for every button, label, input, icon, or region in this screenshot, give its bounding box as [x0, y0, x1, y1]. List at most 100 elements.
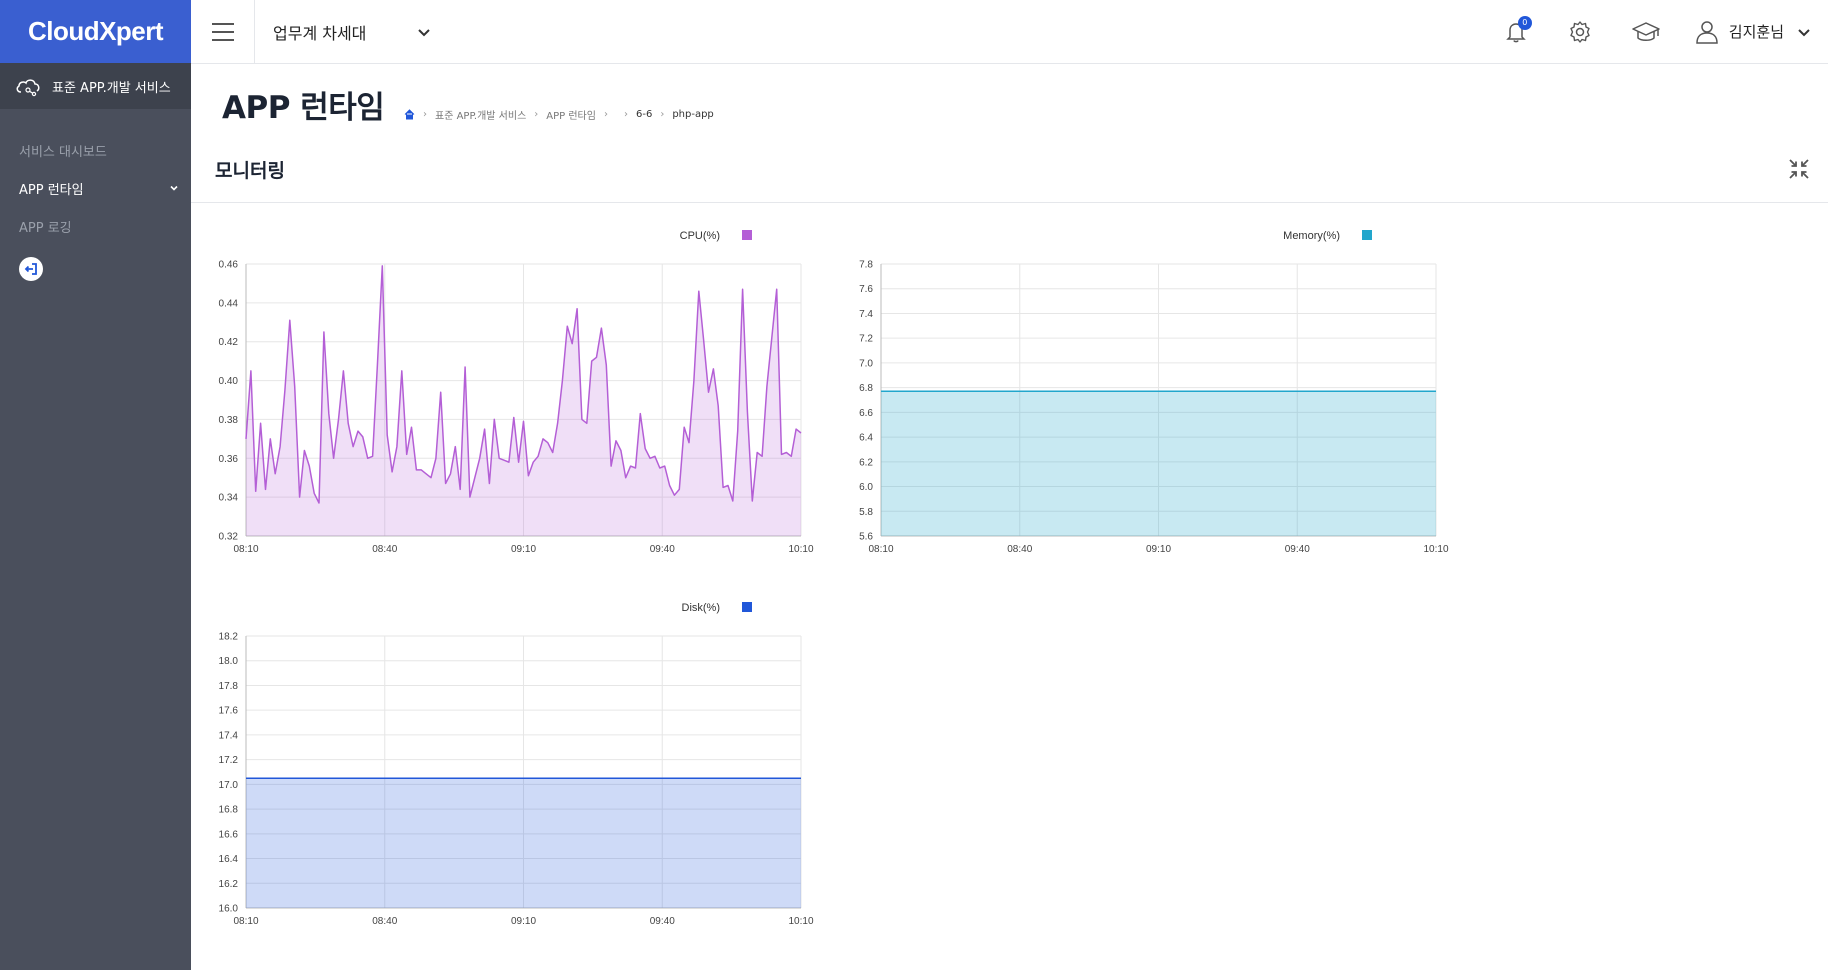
memory-chart: Memory(%) 7.8 7.6 7.4 7.2 7.0 6.8 6.6 6.4 6.2 6.0 5…: [835, 220, 1455, 579]
breadcrumb-separator: ›: [623, 109, 628, 120]
chevron-down-icon: [1798, 28, 1810, 36]
x-tick-label: 09:10: [511, 544, 536, 555]
sidebar-item-app-runtime[interactable]: APP 런타임: [0, 169, 191, 207]
y-tick-label: 0.44: [219, 298, 239, 309]
gear-icon: [1570, 20, 1590, 43]
legend-label: Memory(%): [1283, 230, 1340, 242]
x-tick-label: 09:40: [650, 544, 675, 555]
service-selector[interactable]: 표준 APP.개발 서비스: [0, 63, 191, 109]
x-tick-label: 08:40: [1007, 544, 1032, 555]
logout-button[interactable]: [19, 257, 43, 281]
service-label: 표준 APP.개발 서비스: [52, 80, 171, 96]
menu-toggle-button[interactable]: [191, 0, 255, 63]
page-title: APP 런타임: [222, 90, 385, 126]
y-tick-label: 16.8: [219, 805, 239, 816]
section-title: 모니터링: [215, 160, 285, 182]
y-tick-label: 0.46: [219, 260, 239, 271]
y-tick-label: 7.8: [859, 260, 873, 271]
legend-label: Disk(%): [682, 602, 721, 614]
y-tick-label: 18.2: [219, 632, 239, 643]
x-tick-label: 09:10: [1146, 544, 1171, 555]
x-tick-label: 08:10: [233, 916, 258, 927]
legend-swatch: [1362, 230, 1372, 240]
education-button[interactable]: [1631, 19, 1660, 45]
workspace-label: 업무계 차세대: [273, 23, 367, 43]
sidebar-nav: 서비스 대시보드 APP 런타임 APP 로깅: [0, 109, 191, 281]
y-tick-label: 0.40: [219, 376, 239, 387]
chevron-down-icon: [170, 185, 178, 191]
user-name: 김지훈님: [1728, 23, 1784, 41]
user-menu[interactable]: 김지훈님: [1695, 19, 1812, 45]
y-tick-label: 6.6: [859, 408, 873, 419]
cpu-chart: CPU(%) 0.46 0.44 0.42 0.40 0.38 0.36 0.34 0.32 08…: [200, 220, 820, 579]
sidebar-item-service-dashboard[interactable]: 서비스 대시보드: [0, 131, 191, 169]
home-icon[interactable]: [404, 109, 415, 120]
chart-svg: CPU(%)0.460.440.420.400.380.360.340.3208…: [219, 230, 814, 555]
breadcrumb-item[interactable]: APP 런타임: [546, 107, 596, 122]
x-tick-label: 08:40: [372, 916, 397, 927]
y-tick-label: 16.0: [219, 904, 239, 915]
y-tick-label: 0.38: [219, 415, 239, 426]
sidebar-item-label: APP 런타임: [19, 182, 84, 198]
x-tick-label: 10:10: [788, 544, 813, 555]
y-tick-label: 0.32: [219, 532, 239, 543]
y-tick-label: 6.4: [859, 433, 873, 444]
y-tick-label: 6.2: [859, 457, 873, 468]
chart-svg: Disk(%) 18.2 18.0 17.8 17.6 17.4 17.2 17.0 16.8 1…: [219, 602, 814, 927]
y-tick-label: 6.8: [859, 383, 873, 394]
logo: CloudXpert: [27, 16, 164, 46]
y-tick-label: 5.6: [859, 532, 873, 543]
breadcrumb-item[interactable]: 표준 APP.개발 서비스: [435, 107, 526, 122]
settings-button[interactable]: [1567, 19, 1593, 45]
y-tick-label: 0.36: [219, 454, 239, 465]
breadcrumb-item[interactable]: 6-6: [636, 109, 652, 120]
y-tick-label: 17.8: [219, 681, 239, 692]
y-tick-label: 7.4: [859, 309, 873, 320]
y-tick-label: 6.0: [859, 482, 873, 493]
legend-label: CPU(%): [680, 230, 720, 242]
cloud-service-icon: [16, 79, 40, 97]
x-tick-label: 08:10: [868, 544, 893, 555]
legend-swatch: [742, 602, 752, 612]
y-tick-label: 16.6: [219, 829, 239, 840]
breadcrumb-current: php-app: [672, 109, 714, 120]
y-tick-label: 17.2: [219, 755, 239, 766]
user-icon: [1696, 20, 1718, 44]
logo-area[interactable]: CloudXpert: [0, 0, 191, 63]
y-tick-label: 18.0: [219, 656, 239, 667]
chevron-down-icon: [418, 28, 431, 36]
logout-icon: [24, 263, 37, 275]
collapse-icon[interactable]: [1788, 158, 1810, 180]
x-tick-label: 09:40: [1285, 544, 1310, 555]
sidebar-item-label: APP 로깅: [19, 220, 72, 236]
x-tick-label: 08:10: [233, 544, 258, 555]
x-tick-label: 09:40: [650, 916, 675, 927]
breadcrumb-separator: ›: [603, 109, 608, 120]
graduation-cap-icon: [1632, 21, 1660, 41]
sidebar-item-app-logging[interactable]: APP 로깅: [0, 207, 191, 245]
breadcrumb-separator: ›: [423, 109, 427, 120]
series-area: [246, 778, 801, 908]
y-tick-label: 17.6: [219, 706, 239, 717]
workspace-selector[interactable]: 업무계 차세대: [273, 0, 432, 63]
legend-swatch: [742, 230, 752, 240]
x-tick-label: 10:10: [788, 916, 813, 927]
y-tick-label: 7.6: [859, 284, 873, 295]
x-tick-label: 09:10: [511, 916, 536, 927]
series-area: [881, 391, 1436, 536]
chart-svg: Memory(%) 7.8 7.6 7.4 7.2 7.0 6.8 6.6 6.4 6.2 6.0 5…: [859, 230, 1449, 555]
y-tick-label: 0.42: [219, 337, 239, 348]
y-tick-label: 5.8: [859, 507, 873, 518]
top-header: 업무계 차세대 0 김지훈님: [191, 0, 1828, 64]
y-tick-label: 7.0: [859, 358, 873, 369]
x-tick-label: 10:10: [1423, 544, 1448, 555]
y-tick-label: 16.2: [219, 879, 239, 890]
breadcrumb-separator: ›: [660, 109, 665, 120]
header-actions: 0 김지훈님: [1503, 0, 1828, 63]
y-tick-label: 16.4: [219, 854, 239, 865]
notification-button[interactable]: 0: [1503, 15, 1532, 45]
notification-badge: 0: [1517, 15, 1532, 30]
x-tick-label: 08:40: [372, 544, 397, 555]
sidebar: CloudXpert 표준 APP.개발 서비스 서비스 대시보드 APP 런타…: [0, 0, 191, 970]
hamburger-icon: [211, 20, 234, 44]
